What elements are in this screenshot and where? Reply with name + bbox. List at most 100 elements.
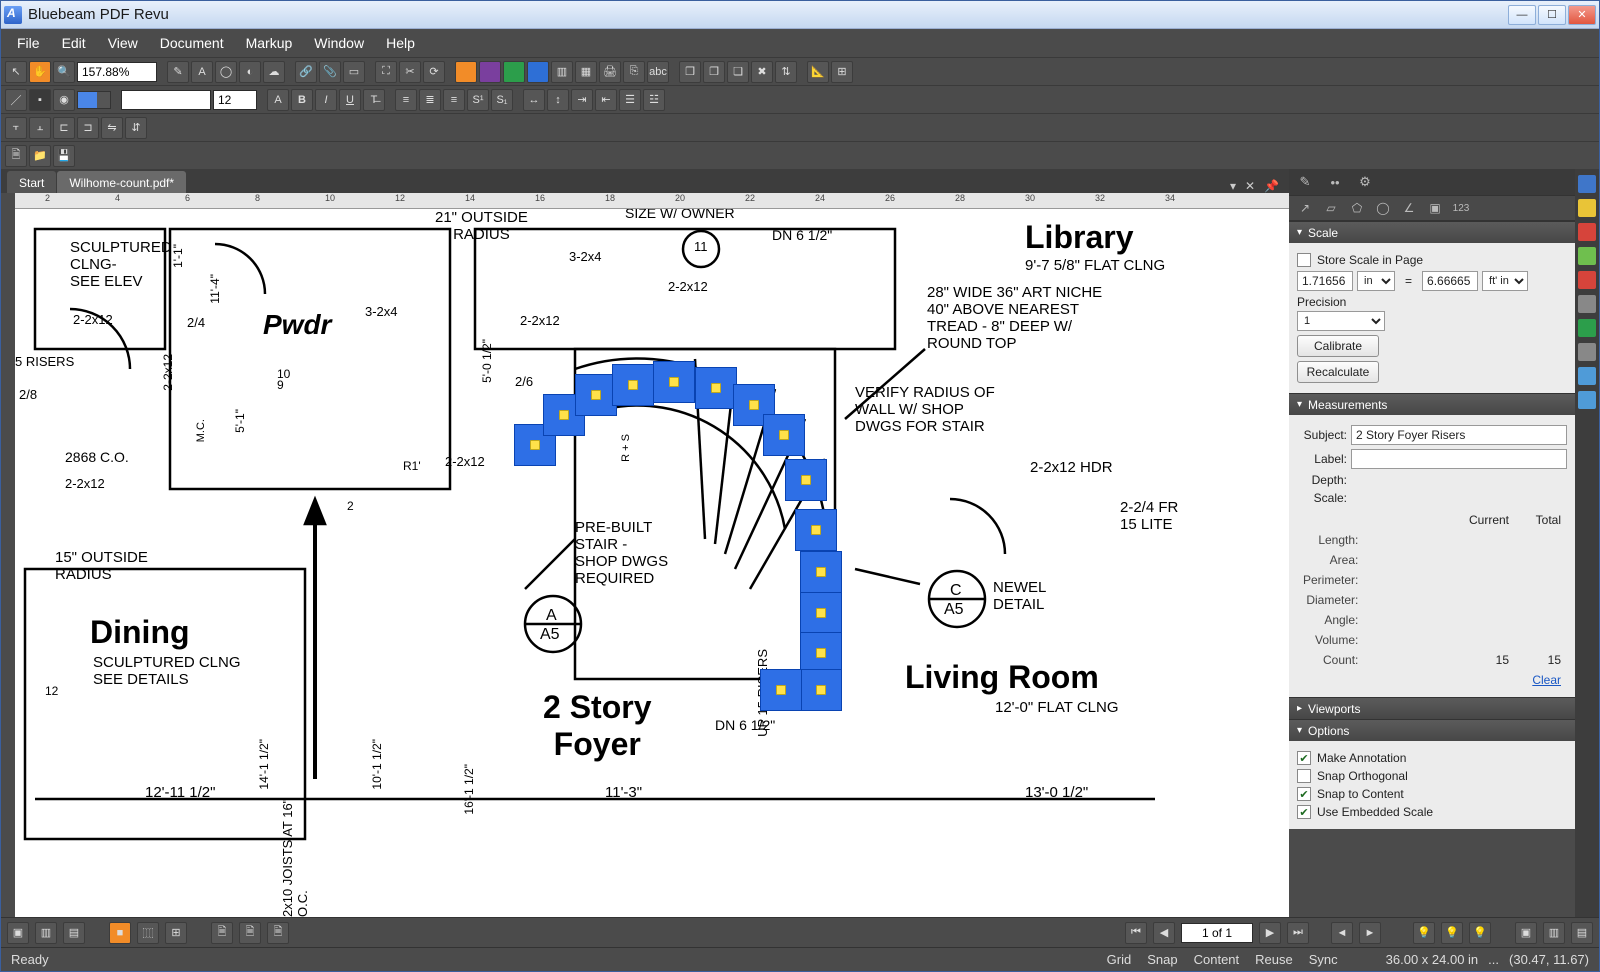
misc-4-icon[interactable]: ✖ xyxy=(751,61,773,83)
panel-right-3-icon[interactable]: ▤ xyxy=(1571,922,1593,944)
status-snap[interactable]: Snap xyxy=(1147,952,1177,967)
layout-cont-icon[interactable]: ⿲ xyxy=(137,922,159,944)
link-icon[interactable]: 🔗 xyxy=(295,61,317,83)
line-style-icon[interactable]: ／ xyxy=(5,89,27,111)
dim-bulb-2-icon[interactable]: 💡 xyxy=(1441,922,1463,944)
underline-icon[interactable]: U xyxy=(339,89,361,111)
misc-5-icon[interactable]: ⇅ xyxy=(775,61,797,83)
strip-icon-2[interactable] xyxy=(1578,199,1596,217)
arrow-h-icon[interactable]: ↔ xyxy=(523,89,545,111)
menu-file[interactable]: File xyxy=(7,31,50,55)
status-content[interactable]: Content xyxy=(1194,952,1240,967)
precision-select[interactable]: 1 xyxy=(1297,311,1385,331)
drawing-canvas[interactable]: Library 9'-7 5/8" FLAT CLNG SCULPTURED C… xyxy=(15,193,1289,917)
scale-right-unit[interactable]: ft' in" xyxy=(1482,271,1528,291)
align-obj-1-icon[interactable]: ⫟ xyxy=(5,117,27,139)
new-icon[interactable]: 🗎 xyxy=(5,145,27,167)
measure-circle-icon[interactable]: ◯ xyxy=(1373,198,1393,218)
color-swatch[interactable] xyxy=(77,91,111,109)
tab-menu-icon[interactable]: ▾ xyxy=(1226,179,1240,193)
panel-tab-pen-icon[interactable]: ✎ xyxy=(1295,172,1315,192)
scale-left-input[interactable] xyxy=(1297,271,1353,291)
list2-icon[interactable]: ☳ xyxy=(643,89,665,111)
align-obj-2-icon[interactable]: ⫠ xyxy=(29,117,51,139)
panel-tab-dots-icon[interactable]: •• xyxy=(1325,172,1345,192)
count-marker[interactable] xyxy=(763,414,805,456)
italic-icon[interactable]: I xyxy=(315,89,337,111)
measure-count-icon[interactable]: 123 xyxy=(1451,198,1471,218)
last-page-icon[interactable]: ⏭ xyxy=(1287,922,1309,944)
panel-right-2-icon[interactable]: ▥ xyxy=(1543,922,1565,944)
stamp-icon[interactable]: ▭ xyxy=(343,61,365,83)
panel-right-1-icon[interactable]: ▣ xyxy=(1515,922,1537,944)
strip-icon-7[interactable] xyxy=(1578,319,1596,337)
font-size-input[interactable] xyxy=(213,90,257,110)
count-marker[interactable] xyxy=(760,669,802,711)
fill-color-icon[interactable]: ▪ xyxy=(29,89,51,111)
first-page-icon[interactable]: ⏮ xyxy=(1125,922,1147,944)
tab-pin-icon[interactable]: 📌 xyxy=(1260,179,1283,193)
measure-poly-icon[interactable]: ⬠ xyxy=(1347,198,1367,218)
layout-single-icon[interactable]: ■ xyxy=(109,922,131,944)
text-icon[interactable]: A xyxy=(191,61,213,83)
misc-3-icon[interactable]: ❏ xyxy=(727,61,749,83)
minimize-button[interactable]: — xyxy=(1508,5,1536,25)
snap-content-checkbox[interactable]: ✔ xyxy=(1297,787,1311,801)
close-button[interactable]: ✕ xyxy=(1568,5,1596,25)
cloud-icon[interactable]: ☁ xyxy=(263,61,285,83)
arrow-v-icon[interactable]: ↕ xyxy=(547,89,569,111)
strip-icon-5[interactable] xyxy=(1578,271,1596,289)
tool-ico-b[interactable]: ▦ xyxy=(575,61,597,83)
status-grid[interactable]: Grid xyxy=(1107,952,1132,967)
measure-icon[interactable]: 📐 xyxy=(807,61,829,83)
section-options-header[interactable]: ▾Options xyxy=(1289,719,1575,741)
subscript-icon[interactable]: S₁ xyxy=(491,89,513,111)
make-annotation-checkbox[interactable]: ✔ xyxy=(1297,751,1311,765)
measure-area-icon[interactable]: ▱ xyxy=(1321,198,1341,218)
tool-ico-c[interactable]: ⎘ xyxy=(623,61,645,83)
strike-icon[interactable]: T̶ xyxy=(363,89,385,111)
misc-1-icon[interactable]: ❒ xyxy=(679,61,701,83)
count-marker[interactable] xyxy=(800,592,842,634)
count-marker[interactable] xyxy=(695,367,737,409)
align-right-icon[interactable]: ≡ xyxy=(443,89,465,111)
status-reuse[interactable]: Reuse xyxy=(1255,952,1293,967)
menu-window[interactable]: Window xyxy=(304,31,374,55)
store-scale-checkbox[interactable] xyxy=(1297,253,1311,267)
swatch4-icon[interactable] xyxy=(527,61,549,83)
count-marker[interactable] xyxy=(795,509,837,551)
count-marker[interactable] xyxy=(612,364,654,406)
outdent-icon[interactable]: ⇤ xyxy=(595,89,617,111)
layout-grid-icon[interactable]: ⊞ xyxy=(165,922,187,944)
section-measurements-header[interactable]: ▾Measurements xyxy=(1289,393,1575,415)
menu-markup[interactable]: Markup xyxy=(236,31,303,55)
scale-left-unit[interactable]: in xyxy=(1357,271,1395,291)
rotate-icon[interactable]: ⟳ xyxy=(423,61,445,83)
swatch2-icon[interactable] xyxy=(479,61,501,83)
dim-bulb-1-icon[interactable]: 💡 xyxy=(1413,922,1435,944)
strip-icon-9[interactable] xyxy=(1578,367,1596,385)
flip-v-icon[interactable]: ⇵ xyxy=(125,117,147,139)
font-input[interactable] xyxy=(121,90,211,110)
pen-icon[interactable]: ✎ xyxy=(167,61,189,83)
strip-icon-1[interactable] xyxy=(1578,175,1596,193)
snap-ortho-checkbox[interactable] xyxy=(1297,769,1311,783)
open-icon[interactable]: 📁 xyxy=(29,145,51,167)
menu-help[interactable]: Help xyxy=(376,31,425,55)
clear-link[interactable]: Clear xyxy=(1532,673,1561,687)
label-input[interactable] xyxy=(1351,449,1567,469)
align-center-icon[interactable]: ≣ xyxy=(419,89,441,111)
misc-2-icon[interactable]: ❐ xyxy=(703,61,725,83)
panel-tab-gear-icon[interactable]: ⚙ xyxy=(1355,172,1375,192)
indent-icon[interactable]: ⇥ xyxy=(571,89,593,111)
list-icon[interactable]: ☰ xyxy=(619,89,641,111)
doc3-icon[interactable]: 🗎 xyxy=(267,922,289,944)
flip-h-icon[interactable]: ⇋ xyxy=(101,117,123,139)
dim-bulb-3-icon[interactable]: 💡 xyxy=(1469,922,1491,944)
save-icon[interactable]: 💾 xyxy=(53,145,75,167)
status-sync[interactable]: Sync xyxy=(1309,952,1338,967)
align-obj-4-icon[interactable]: ⊐ xyxy=(77,117,99,139)
page-input[interactable] xyxy=(1181,923,1253,943)
select-tool-icon[interactable]: ↖ xyxy=(5,61,27,83)
calibrate-button[interactable]: Calibrate xyxy=(1297,335,1379,357)
